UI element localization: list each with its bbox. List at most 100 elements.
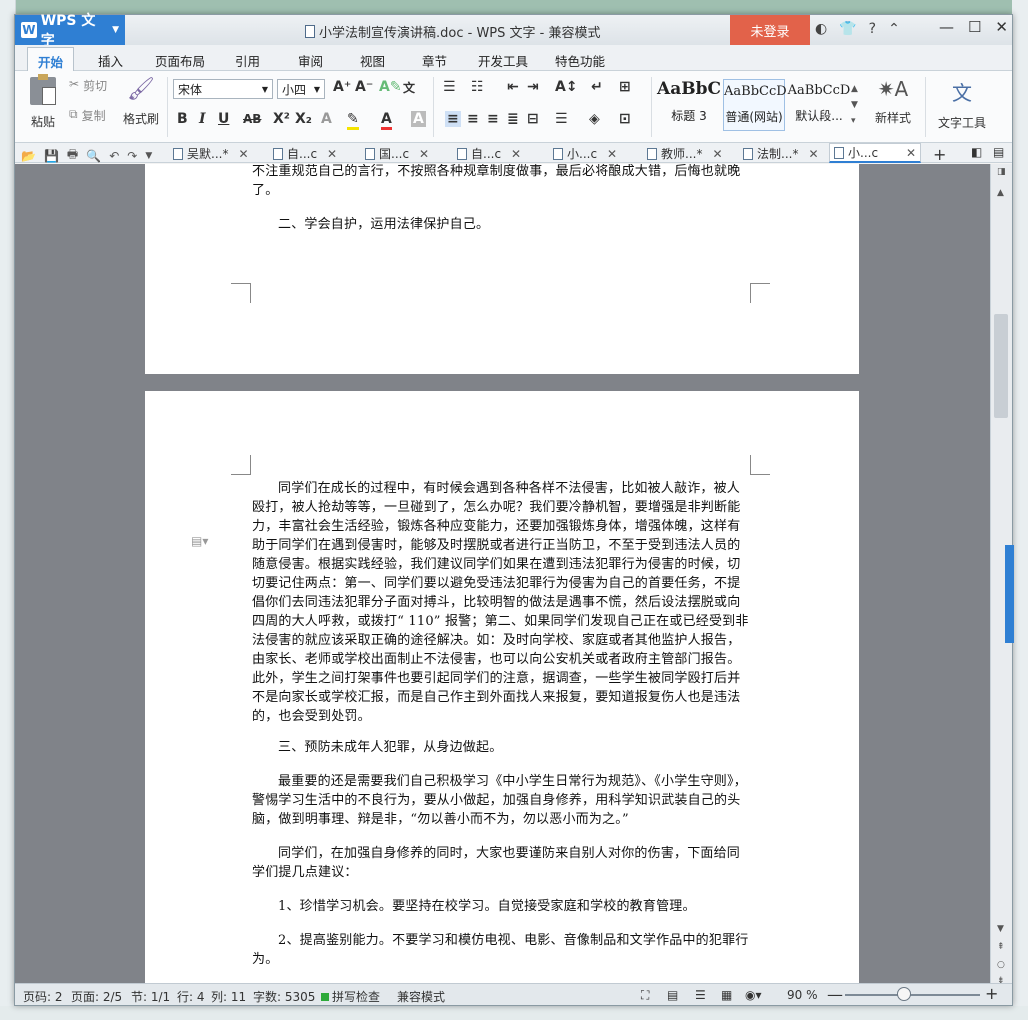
paste-button[interactable]: 粘贴 xyxy=(23,74,63,130)
shading-icon[interactable]: ◈ xyxy=(589,111,600,127)
close-icon[interactable]: ✕ xyxy=(419,147,429,161)
collapse-ribbon-icon[interactable]: ⌃ xyxy=(888,21,900,37)
style-heading3[interactable]: AaBbC 标题 3 xyxy=(657,79,721,131)
subscript-icon[interactable]: X₂ xyxy=(295,111,312,127)
copy-button[interactable]: ⧉ 复制 xyxy=(69,107,106,124)
distributed-icon[interactable]: ⊟ xyxy=(527,111,539,127)
web-view-icon[interactable]: ▦ xyxy=(721,988,732,1002)
underline-icon[interactable]: U xyxy=(218,111,229,127)
doc-tab[interactable]: 自...c ✕ xyxy=(457,145,521,162)
close-icon[interactable]: ✕ xyxy=(607,147,617,161)
zoom-slider-knob[interactable] xyxy=(897,987,911,1001)
font-color-icon[interactable]: A xyxy=(381,111,392,130)
tab-view[interactable]: 视图 xyxy=(360,51,385,70)
tab-developer[interactable]: 开发工具 xyxy=(478,51,528,70)
tab-references[interactable]: 引用 xyxy=(235,51,260,70)
strikethrough-icon[interactable]: AB xyxy=(243,112,261,126)
zoom-in-icon[interactable]: + xyxy=(985,984,998,1003)
doc-tab[interactable]: 小...c ✕ xyxy=(553,145,617,162)
status-word-count[interactable]: 字数: 5305 xyxy=(253,988,315,1005)
doc-tab-active[interactable]: 小...c ✕ xyxy=(829,143,922,163)
cut-button[interactable]: ✂ 剪切 xyxy=(69,77,107,94)
print-icon[interactable]: 🖶 xyxy=(67,145,78,166)
minimize-icon[interactable]: — xyxy=(939,18,954,36)
decrease-indent-icon[interactable]: ⇤ xyxy=(507,79,519,95)
tab-list-icon[interactable]: ◧ xyxy=(971,145,982,159)
clear-format-icon[interactable]: A✎ xyxy=(379,79,402,95)
line-spacing-icon[interactable]: ☰ xyxy=(555,111,568,127)
scroll-up-icon[interactable]: ▲ xyxy=(997,188,1004,198)
align-center-icon[interactable]: ≡ xyxy=(467,111,479,127)
zoom-level[interactable]: 90 % xyxy=(787,988,818,1002)
justify-icon[interactable]: ≣ xyxy=(507,111,519,127)
doc-tab[interactable]: 国...c ✕ xyxy=(365,145,429,162)
close-icon[interactable]: ✕ xyxy=(906,146,916,160)
grow-font-icon[interactable]: A⁺ xyxy=(333,79,351,95)
styles-scroll[interactable]: ▲ ▼ ▾ xyxy=(851,81,858,129)
help-icon[interactable]: ? xyxy=(869,21,876,37)
chevron-down-icon[interactable]: ▼ xyxy=(145,151,152,161)
superscript-icon[interactable]: X² xyxy=(273,111,290,127)
pinyin-icon[interactable]: 文 xyxy=(403,79,415,96)
text-effect-icon[interactable]: A xyxy=(321,111,332,127)
style-normal-web[interactable]: AaBbCcD 普通(网站) xyxy=(723,79,787,131)
new-style-button[interactable]: ✷A 新样式 xyxy=(867,77,919,126)
new-tab-icon[interactable]: + xyxy=(933,145,946,164)
doc-tab[interactable]: 自...c ✕ xyxy=(273,145,337,162)
table-border-icon[interactable]: ⊞ xyxy=(619,79,631,95)
close-icon[interactable]: ✕ xyxy=(712,147,722,161)
close-icon[interactable]: ✕ xyxy=(238,147,248,161)
login-button[interactable]: 未登录 xyxy=(730,15,810,45)
browse-object-icon[interactable]: ○ xyxy=(997,960,1005,970)
align-left-icon[interactable]: ≡ xyxy=(445,111,461,127)
zoom-slider[interactable] xyxy=(845,994,980,996)
tab-menu-icon[interactable]: ▤ xyxy=(993,145,1004,159)
shrink-font-icon[interactable]: A⁻ xyxy=(355,79,373,95)
zoom-out-icon[interactable]: — xyxy=(827,985,843,1004)
close-icon[interactable]: ✕ xyxy=(808,147,818,161)
doc-tab[interactable]: 法制...* ✕ xyxy=(743,145,819,162)
borders-icon[interactable]: ⊡ xyxy=(619,111,631,127)
align-right-icon[interactable]: ≡ xyxy=(487,111,499,127)
status-page-code[interactable]: 页码: 2 xyxy=(23,988,63,1005)
scroll-down-icon[interactable]: ▼ xyxy=(997,924,1004,934)
close-icon[interactable]: ✕ xyxy=(995,18,1008,36)
italic-icon[interactable]: I xyxy=(199,111,206,127)
highlight-icon[interactable]: ✎ xyxy=(347,111,359,130)
save-icon[interactable]: 💾 xyxy=(44,149,59,163)
undo-icon[interactable]: ↶ xyxy=(109,149,119,163)
doc-tab[interactable]: 教师...* ✕ xyxy=(647,145,723,162)
close-icon[interactable]: ✕ xyxy=(327,147,337,161)
font-name-select[interactable]: 宋体 ▼ xyxy=(173,79,273,99)
tab-chapter[interactable]: 章节 xyxy=(422,51,447,70)
skin-icon[interactable]: ◐ xyxy=(815,21,827,37)
bullet-list-icon[interactable]: ☰ xyxy=(443,79,456,95)
side-panel-toggle[interactable] xyxy=(1005,545,1014,643)
tab-page-layout[interactable]: 页面布局 xyxy=(155,51,205,70)
shirt-icon[interactable]: 👕 xyxy=(839,21,856,37)
full-screen-icon[interactable]: ⛶ xyxy=(641,988,649,1003)
scroll-thumb[interactable] xyxy=(994,314,1008,418)
maximize-icon[interactable]: ☐ xyxy=(968,18,981,36)
tab-insert[interactable]: 插入 xyxy=(98,51,123,70)
open-icon[interactable]: 📂 xyxy=(21,149,36,163)
style-default-paragraph[interactable]: AaBbCcD 默认段... xyxy=(787,79,851,131)
tab-special-features[interactable]: 特色功能 xyxy=(555,51,605,70)
document-area[interactable]: 不注重规范自己的言行，不按照各种规章制度做事，最后必将酿成大错，后悔也就晚了。 … xyxy=(15,164,990,983)
text-tools-button[interactable]: 文 文字工具 xyxy=(931,77,993,131)
status-pages[interactable]: 页面: 2/5 xyxy=(71,988,122,1005)
format-painter-button[interactable]: 🖌 格式刷 xyxy=(119,77,163,127)
font-size-select[interactable]: 小四 ▼ xyxy=(277,79,325,99)
tab-review[interactable]: 审阅 xyxy=(298,51,323,70)
increase-indent-icon[interactable]: ⇥ xyxy=(527,79,539,95)
redo-icon[interactable]: ↷ xyxy=(127,149,137,163)
change-case-icon[interactable]: A↕ xyxy=(555,79,578,95)
page-view-icon[interactable]: ▤ xyxy=(667,988,678,1002)
show-marks-icon[interactable]: ↵ xyxy=(591,79,603,95)
split-view-icon[interactable]: ◨ xyxy=(997,167,1006,177)
reading-view-icon[interactable]: ◉▾ xyxy=(745,988,762,1002)
bold-icon[interactable]: B xyxy=(177,111,188,127)
numbered-list-icon[interactable]: ☷ xyxy=(471,79,484,95)
outline-view-icon[interactable]: ☰ xyxy=(695,988,706,1002)
preview-icon[interactable]: 🔍 xyxy=(86,149,101,163)
